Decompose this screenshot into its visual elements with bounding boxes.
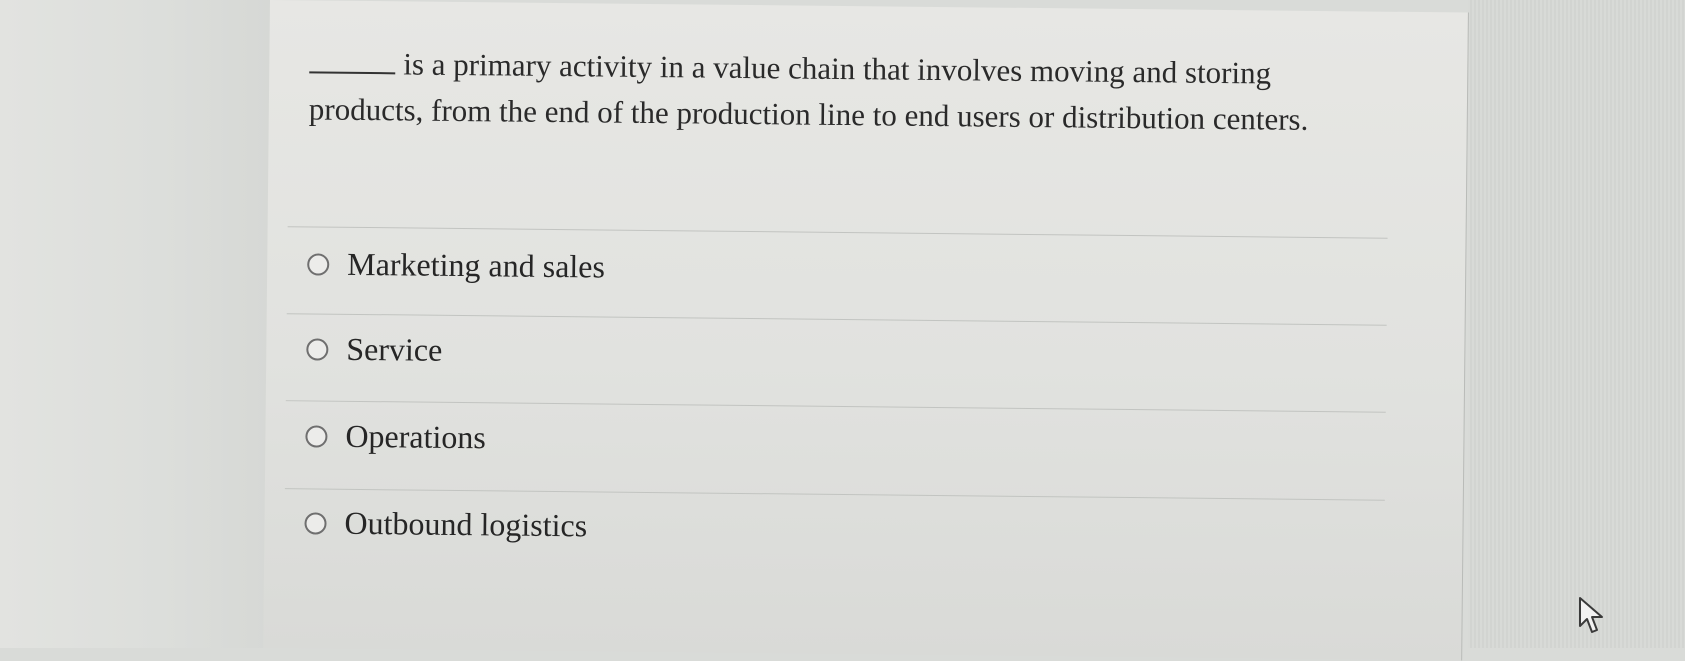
- right-background: [1468, 0, 1685, 648]
- option-service[interactable]: Service: [306, 330, 442, 368]
- option-divider: [286, 313, 1387, 326]
- option-label: Outbound logistics: [344, 504, 588, 544]
- option-operations[interactable]: Operations: [305, 417, 486, 456]
- radio-unselected-icon[interactable]: [305, 424, 328, 448]
- option-label: Marketing and sales: [347, 245, 606, 285]
- question-text: is a primary activity in a value chain t…: [309, 40, 1390, 143]
- option-label: Operations: [345, 417, 487, 456]
- mouse-pointer-icon: [1579, 597, 1603, 633]
- option-outbound-logistics[interactable]: Outbound logistics: [304, 504, 587, 544]
- answer-blank: [309, 49, 396, 75]
- option-label: Service: [346, 330, 443, 368]
- radio-unselected-icon[interactable]: [307, 252, 330, 276]
- radio-unselected-icon[interactable]: [304, 511, 327, 535]
- question-prompt: is a primary activity in a value chain t…: [308, 46, 1309, 137]
- option-divider: [284, 488, 1385, 501]
- radio-unselected-icon[interactable]: [306, 337, 329, 361]
- option-marketing-and-sales[interactable]: Marketing and sales: [307, 245, 605, 285]
- option-divider: [285, 400, 1386, 413]
- question-card: is a primary activity in a value chain t…: [263, 0, 1469, 661]
- option-divider: [287, 226, 1388, 239]
- left-background: [0, 0, 270, 648]
